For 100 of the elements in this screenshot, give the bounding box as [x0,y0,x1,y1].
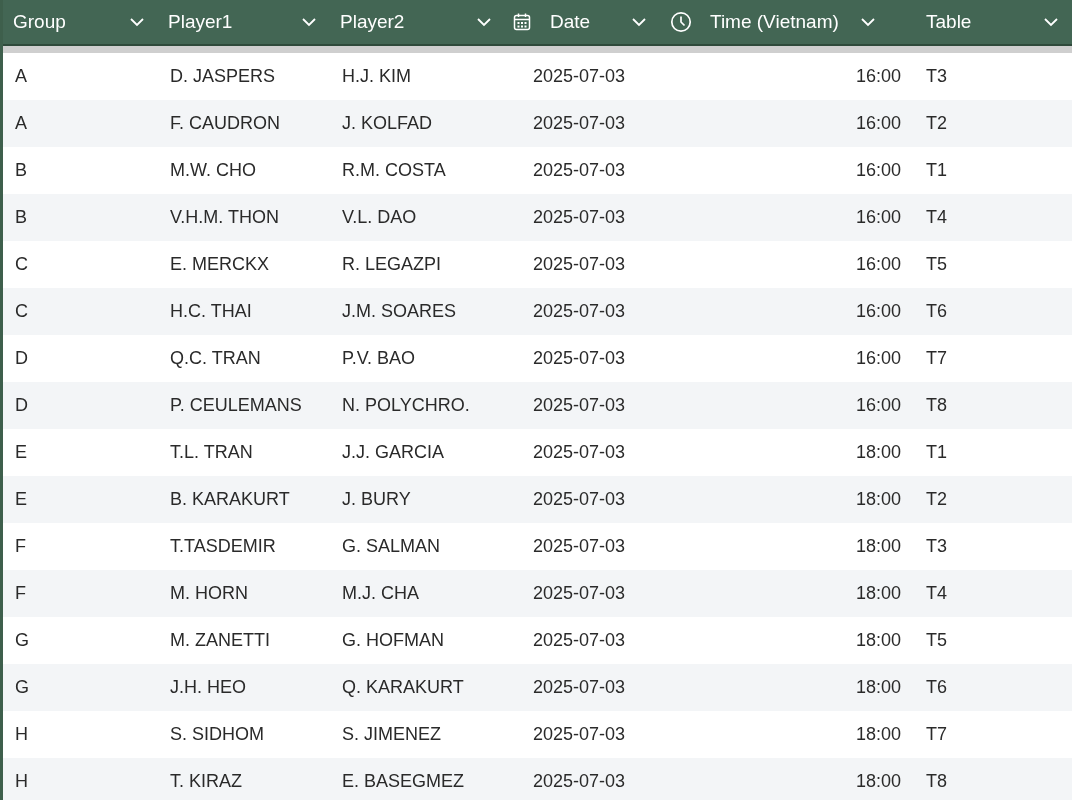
chevron-down-icon [860,17,875,27]
table-cell-text: D. JASPERS [169,66,277,87]
clock-icon [670,11,692,33]
table-cell-text: N. POLYCHRO. [341,395,471,416]
table-cell-text: F [14,583,27,604]
table-cell-text: G. SALMAN [341,536,442,557]
table-cell-text: T.TASDEMIR [169,536,277,557]
table-cell-text: Q.C. TRAN [169,348,262,369]
table-cell-text: T7 [925,348,948,369]
chevron-down-icon [302,17,316,27]
table-cell-text: T7 [925,724,948,745]
table-cell-text: 2025-07-03 [532,395,627,416]
table-cell-text: 16:00 [854,301,902,322]
table-cell-text: T2 [925,489,948,510]
table-cell-text: T1 [925,160,948,181]
table-cell-text: T5 [925,630,948,651]
table-cell-text: F. CAUDRON [169,113,281,134]
table-cell-text: 2025-07-03 [532,348,627,369]
table-cell-text: A [14,66,28,87]
table-cell-text: S. SIDHOM [169,724,265,745]
table-cell-text: H [14,724,29,745]
table-cell-text: V.L. DAO [341,207,418,228]
table-cell-text: T1 [925,442,948,463]
table-cell-text: P. CEULEMANS [169,395,303,416]
table-cell-text: 2025-07-03 [532,442,627,463]
table-cell-text: 2025-07-03 [532,536,627,557]
table-cell-text: M. ZANETTI [169,630,271,651]
table-cell-text: 18:00 [854,489,902,510]
table-cell-text: J. KOLFAD [341,113,434,134]
table-cell-text: 2025-07-03 [532,66,627,87]
table-cell-text: H.C. THAI [169,301,253,322]
table-cell-text: 16:00 [854,160,902,181]
table-cell-text: 2025-07-03 [532,489,627,510]
table-cell-text: 2025-07-03 [532,254,627,275]
table-cell-text: T8 [925,395,948,416]
table-cell-text: J.H. HEO [169,677,247,698]
table-cell-text: 16:00 [854,254,902,275]
table-cell-text: T6 [925,301,948,322]
table-cell-text: C [14,301,29,322]
table-cell-text: R. LEGAZPI [341,254,443,275]
table-cell-text: H.J. KIM [341,66,412,87]
table-cell-text: G [14,677,30,698]
table-cell-text: D [14,395,29,416]
chevron-down-icon [477,17,491,27]
column-header[interactable]: Time (Vietnam) [660,0,910,44]
column-header[interactable]: Table [910,0,1072,44]
table-cell-text: 16:00 [854,207,902,228]
table-cell-text: J.M. SOARES [341,301,458,322]
chevron-down-icon [632,17,646,27]
table-cell-text: G. HOFMAN [341,630,445,651]
table-cell-text: M. HORN [169,583,249,604]
table-cell-text: T8 [925,771,948,792]
table-cell-text: R.M. COSTA [341,160,447,181]
table-cell-text: 2025-07-03 [532,771,627,792]
table-cell-text: 16:00 [854,66,902,87]
table-cell-text: 18:00 [854,536,902,557]
column-header[interactable]: Player1 [158,0,330,44]
table-cell-text: 18:00 [854,442,902,463]
table-cell-text: M.W. CHO [169,160,257,181]
table-cell-text: 16:00 [854,395,902,416]
table-cell-text: E. BASEGMEZ [341,771,466,792]
table-cell-text: 18:00 [854,583,902,604]
table-cell-text: M.J. CHA [341,583,420,604]
table-cell-text: T4 [925,207,948,228]
table-cell-text: E [14,442,28,463]
table-cell-text: E [14,489,28,510]
table-cell-text: T2 [925,113,948,134]
table-cell-text: T4 [925,583,948,604]
table-cell-text: A [14,113,28,134]
table-cell-text: 2025-07-03 [532,724,627,745]
table-cell-text: T. KIRAZ [169,771,243,792]
column-header[interactable]: Group [3,0,158,44]
table-cell-text: T5 [925,254,948,275]
table-cell-text: T3 [925,66,948,87]
table-cell-text: 2025-07-03 [532,630,627,651]
table-cell-text: P.V. BAO [341,348,417,369]
table-cell-text: B [14,207,28,228]
table-cell-text: J.J. GARCIA [341,442,445,463]
chevron-down-icon [1044,17,1058,27]
table-cell-text: B. KARAKURT [169,489,291,510]
table-cell-text: 18:00 [854,677,902,698]
column-header[interactable]: Date [505,0,660,44]
table-cell-text: 2025-07-03 [532,160,627,181]
table-cell-text: 2025-07-03 [532,677,627,698]
chevron-down-icon [130,17,144,27]
table-cell-text: 18:00 [854,724,902,745]
table-cell-text: 16:00 [854,348,902,369]
table-cell-text: Q. KARAKURT [341,677,465,698]
table-cell-text: T3 [925,536,948,557]
table-cell-text: 2025-07-03 [532,583,627,604]
table-cell-text: C [14,254,29,275]
table-cell-text: B [14,160,28,181]
calendar-icon [512,12,532,32]
table-cell-text: 2025-07-03 [532,301,627,322]
table-cell-text: D [14,348,29,369]
column-header[interactable]: Player2 [330,0,505,44]
table-cell-text: J. BURY [341,489,412,510]
table-cell-text: 16:00 [854,113,902,134]
table-cell-text: H [14,771,29,792]
table-cell-text: 18:00 [854,771,902,792]
